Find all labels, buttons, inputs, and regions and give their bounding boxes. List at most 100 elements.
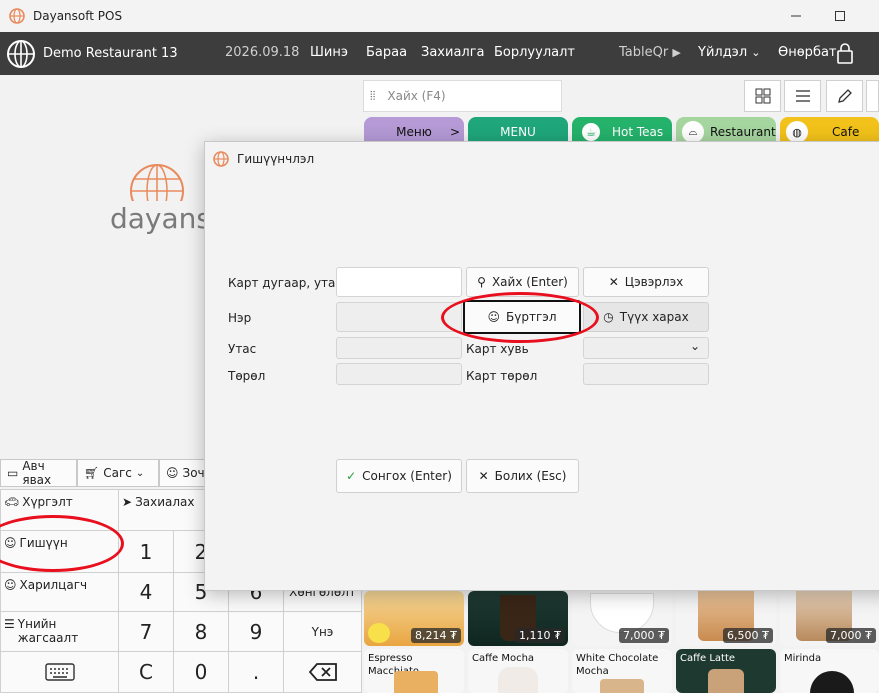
list-view-button[interactable] <box>784 80 821 112</box>
edit-button[interactable] <box>826 80 863 112</box>
key-1[interactable]: 1 <box>118 530 174 573</box>
cart-button[interactable]: 🛒︎ Сагс ⌄ <box>77 459 159 487</box>
category-cafe-label: Cafe <box>832 125 860 139</box>
search-member-label: Хайх (Enter) <box>491 275 568 289</box>
select-label: Сонгох (Enter) <box>362 469 452 483</box>
price-button[interactable]: Үнэ <box>283 611 362 652</box>
cart-icon: 🛒︎ <box>84 466 100 480</box>
category-menu-label: Меню <box>396 125 432 139</box>
customer-label: Харилцагч <box>19 578 88 592</box>
guest-button[interactable]: ☺ Зоч <box>159 459 209 487</box>
product-tile[interactable]: Caffe Mocha <box>468 649 568 693</box>
delivery-label: Хүргэлт <box>22 495 73 509</box>
app-logo-icon <box>213 151 229 167</box>
takeaway-button[interactable]: ▭ Авч явах <box>0 459 77 487</box>
product-tile[interactable]: 8,214 ₮ <box>364 591 464 646</box>
menu-orders[interactable]: Захиалга <box>421 45 485 60</box>
category-hot-teas-label: Hot Teas <box>612 125 664 139</box>
takeaway-label: Авч явах <box>22 459 52 487</box>
maximize-button[interactable] <box>825 6 855 26</box>
keyboard-button[interactable] <box>0 651 119 693</box>
send-icon: ➤ <box>122 495 133 509</box>
phone-label: Утас <box>228 342 257 356</box>
product-image <box>498 667 538 693</box>
key-9[interactable]: 9 <box>228 611 284 652</box>
pencil-icon <box>837 89 852 103</box>
product-tile[interactable]: 7,000 ₮ <box>780 591 879 646</box>
type-label: Төрөл <box>228 369 266 383</box>
clear-label: Цэвэрлэх <box>624 275 684 289</box>
cup-icon: ☕︎ <box>582 123 600 141</box>
list-icon <box>795 90 810 102</box>
phone-input[interactable] <box>336 337 462 359</box>
key-clear[interactable]: C <box>118 651 174 693</box>
card-share-select[interactable]: ⌄ <box>583 337 709 359</box>
minimize-button[interactable] <box>781 6 811 26</box>
category-restaurant-label: Restaurant <box>710 125 776 139</box>
key-8[interactable]: 8 <box>173 611 229 652</box>
product-search-input[interactable]: ⦙⦙ Хайх (F4) <box>363 80 562 112</box>
keyboard-icon <box>44 663 75 681</box>
card-type-label: Карт төрөл <box>466 369 538 383</box>
dialog-title: Гишүүнчлэл <box>237 152 315 166</box>
product-price: 6,500 ₮ <box>723 628 773 643</box>
search-icon: ⚲ <box>477 275 486 289</box>
key-4[interactable]: 4 <box>118 572 174 612</box>
menu-products[interactable]: Бараа <box>366 45 407 60</box>
type-input[interactable] <box>336 363 462 385</box>
key-0[interactable]: 0 <box>173 651 229 693</box>
backspace-button[interactable] <box>283 651 362 693</box>
product-image <box>708 669 744 693</box>
play-icon: ▶ <box>672 46 681 59</box>
history-button[interactable]: ◷ Түүх харах <box>583 302 709 332</box>
select-button[interactable]: ✓ Сонгох (Enter) <box>336 459 462 493</box>
tableqr-label: TableQr <box>619 45 669 60</box>
product-tile[interactable]: Mirinda <box>780 649 879 693</box>
product-tile[interactable]: Caffe Latte <box>676 649 776 693</box>
key-7[interactable]: 7 <box>118 611 174 652</box>
product-name: Caffe Latte <box>680 653 736 664</box>
grid-icon <box>755 88 770 104</box>
product-tile[interactable]: White Chocolate Mocha <box>572 649 672 693</box>
app-header: Demo Restaurant 13 2026.09.18 Шинэ Бараа… <box>0 32 879 75</box>
order-label: Захиалах <box>135 495 195 509</box>
product-tile[interactable]: 1,110 ₮ <box>468 591 568 646</box>
cancel-label: Болих (Esc) <box>494 469 567 483</box>
clock-icon: ◷ <box>603 310 614 324</box>
menu-new[interactable]: Шинэ <box>310 45 348 60</box>
name-label: Нэр <box>228 311 252 325</box>
person-icon: ☺ <box>4 578 17 592</box>
card-share-label: Карт хувь <box>466 342 529 356</box>
product-image <box>810 671 854 693</box>
product-price: 7,000 ₮ <box>619 628 669 643</box>
cloche-icon: ⌓ <box>682 121 704 143</box>
chevron-down-icon: ⌄ <box>751 46 761 59</box>
card-type-input[interactable] <box>583 363 709 385</box>
lock-icon[interactable] <box>836 42 854 64</box>
product-name: Caffe Mocha <box>472 653 535 664</box>
menu-sales[interactable]: Борлуулалт <box>494 45 575 60</box>
list-icon: ☰ <box>4 617 15 631</box>
order-button[interactable]: ➤ Захиалах <box>118 489 208 531</box>
key-dot[interactable]: . <box>228 651 284 693</box>
barcode-icon: ⦙⦙ <box>370 88 376 103</box>
more-button[interactable] <box>866 80 879 112</box>
product-tile[interactable]: 7,000 ₮ <box>572 591 672 646</box>
grid-view-button[interactable] <box>744 80 781 112</box>
product-tile[interactable]: 6,500 ₮ <box>676 591 776 646</box>
membership-dialog: Гишүүнчлэл Карт дугаар, утас ⚲ Хайх (Ent… <box>204 141 879 591</box>
card-number-input[interactable] <box>336 267 462 297</box>
product-tile[interactable]: Espresso Macchiato <box>364 649 464 693</box>
customer-button[interactable]: ☺ Харилцагч <box>0 572 119 612</box>
clear-button[interactable]: ✕ Цэвэрлэх <box>583 267 709 297</box>
car-icon: 🚗︎ <box>4 495 20 509</box>
cancel-button[interactable]: ✕ Болих (Esc) <box>466 459 579 493</box>
user-name: Өнөрбат <box>778 45 837 60</box>
close-icon: ✕ <box>478 469 489 483</box>
price-list-button[interactable]: ☰ Үнийн жагсаалт <box>0 611 119 652</box>
tableqr-button[interactable]: TableQr ▶ <box>619 45 681 60</box>
window-titlebar: Dayansoft POS <box>0 0 879 32</box>
coffee-bean-icon: ◍ <box>786 121 808 143</box>
actions-menu[interactable]: Үйлдэл ⌄ <box>698 45 761 60</box>
cart-label: Сагс <box>103 466 132 480</box>
